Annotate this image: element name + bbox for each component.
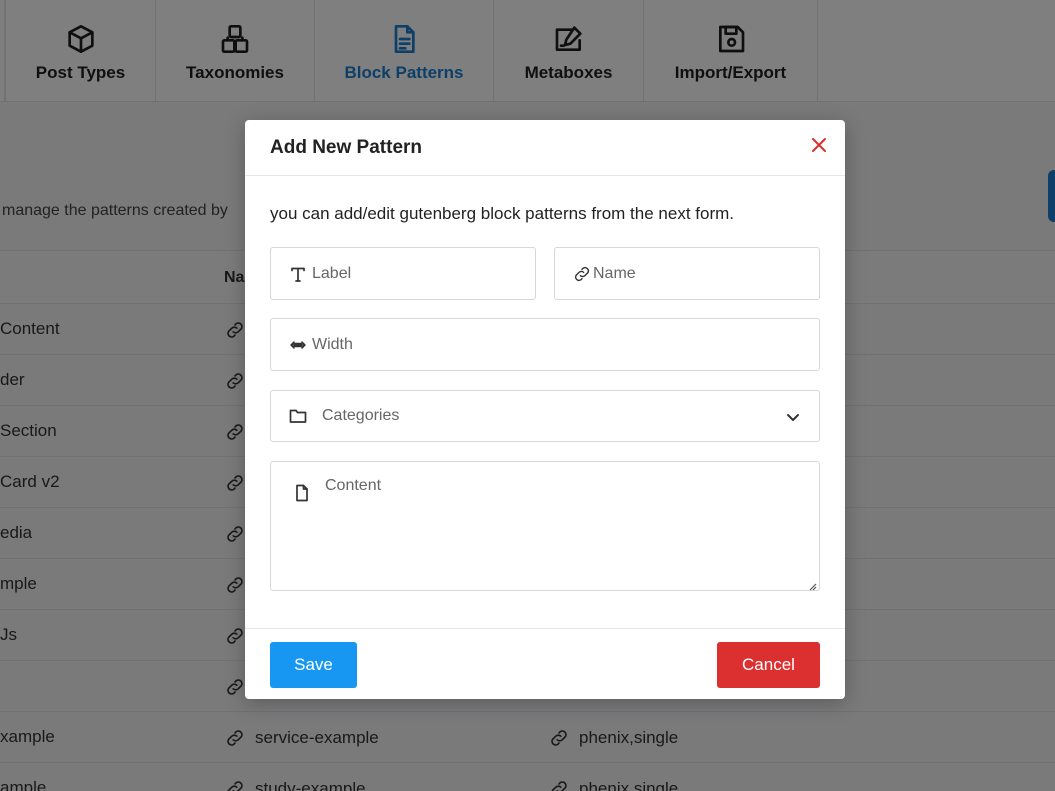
content-textarea[interactable]: Content xyxy=(270,461,820,591)
modal-title: Add New Pattern xyxy=(270,137,423,158)
folder-icon xyxy=(288,406,308,426)
label-placeholder: Label xyxy=(312,264,352,282)
width-input[interactable]: Width xyxy=(270,318,820,371)
name-input[interactable]: Name xyxy=(554,247,820,300)
categories-select[interactable]: Categories xyxy=(270,390,820,442)
file-icon xyxy=(292,483,312,503)
width-arrows-icon xyxy=(288,335,308,355)
name-placeholder: Name xyxy=(593,264,636,282)
chevron-down-icon xyxy=(785,409,801,425)
cancel-button[interactable]: Cancel xyxy=(717,642,820,688)
link-icon xyxy=(572,264,592,284)
close-button[interactable] xyxy=(809,135,829,155)
content-placeholder: Content xyxy=(325,477,382,494)
close-icon xyxy=(809,138,829,159)
text-icon xyxy=(288,264,308,284)
modal-intro-text: you can add/edit gutenberg block pattern… xyxy=(270,204,734,223)
width-placeholder: Width xyxy=(312,335,353,353)
label-input[interactable]: Label xyxy=(270,247,536,300)
modal-footer: Save Cancel xyxy=(245,628,845,699)
resize-handle-icon[interactable] xyxy=(807,578,817,591)
save-button[interactable]: Save xyxy=(270,642,357,688)
add-pattern-modal: Add New Pattern you can add/edit gutenbe… xyxy=(245,120,845,699)
modal-header: Add New Pattern xyxy=(245,120,845,176)
categories-placeholder: Categories xyxy=(322,407,400,424)
